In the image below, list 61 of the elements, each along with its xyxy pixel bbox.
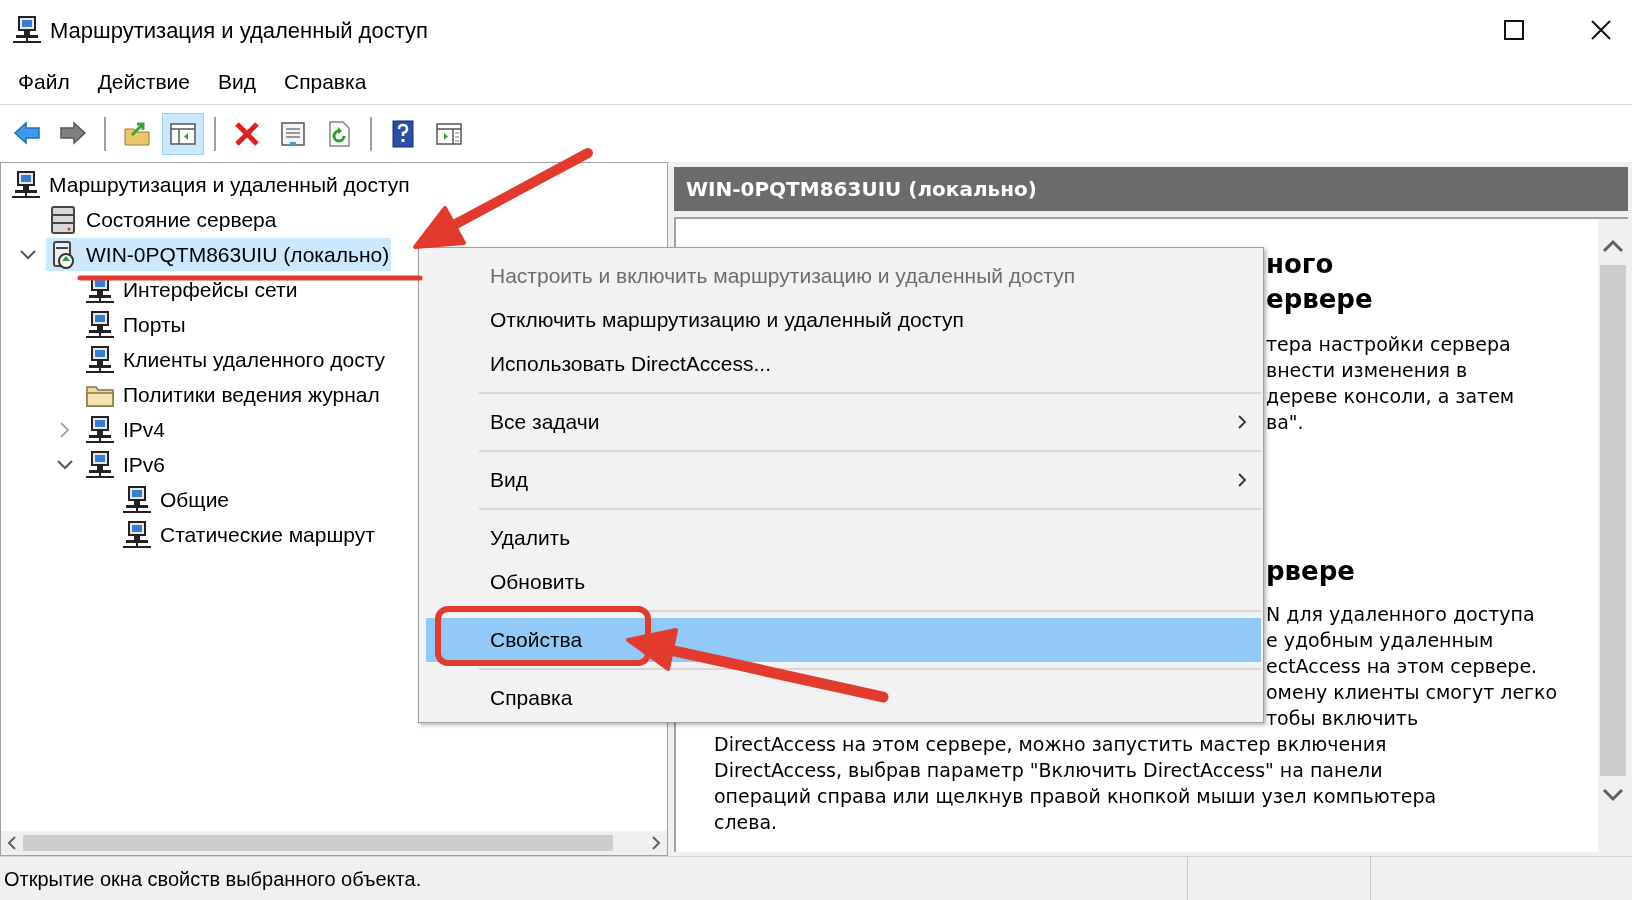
paragraph-text: тобы включить xyxy=(1266,706,1420,731)
vertical-scrollbar[interactable] xyxy=(1598,219,1628,852)
menu-item[interactable]: Отключить маршрутизацию и удаленный доступ xyxy=(426,298,1261,342)
app-icon xyxy=(12,15,42,45)
scroll-down-icon[interactable] xyxy=(1602,788,1624,802)
tree-item[interactable]: IPv4 xyxy=(83,413,168,446)
menu-item[interactable]: Удалить xyxy=(426,516,1261,560)
paragraph-text: е удобным удаленным xyxy=(1266,628,1495,653)
tree-item[interactable]: Маршрутизация и удаленный доступ xyxy=(9,168,412,201)
menu-item[interactable]: Вид xyxy=(209,62,264,102)
tree-item[interactable]: IPv6 xyxy=(83,448,168,481)
menu-item[interactable]: Вид xyxy=(426,458,1261,502)
network-computer-icon xyxy=(85,449,115,480)
menu-item[interactable]: Действие xyxy=(89,62,198,102)
toolbar-button[interactable] xyxy=(162,112,204,155)
network-computer-icon xyxy=(85,344,115,375)
scroll-thumb[interactable] xyxy=(1600,265,1626,776)
network-computer-icon xyxy=(85,309,115,340)
menu-item[interactable]: Все задачи xyxy=(426,400,1261,444)
network-computer-icon xyxy=(122,519,152,550)
server-icon xyxy=(48,204,78,235)
tree-item[interactable]: Статические маршрут xyxy=(120,518,377,551)
tree-item[interactable]: Клиенты удаленного досту xyxy=(83,343,388,376)
window-title: Маршрутизация и удаленный доступ xyxy=(50,16,428,45)
paragraph-text: внести изменения в xyxy=(1266,358,1469,383)
scroll-up-icon[interactable] xyxy=(1602,239,1624,253)
horizontal-scrollbar[interactable] xyxy=(1,831,667,855)
status-text: Открытие окна свойств выбранного объекта. xyxy=(3,866,423,892)
menu-item[interactable]: Использовать DirectAccess... xyxy=(426,342,1261,386)
heading-text: рвере xyxy=(1266,555,1356,588)
paragraph-text: ectAccess на этом сервере. xyxy=(1266,654,1539,679)
menu-item[interactable]: Свойства xyxy=(426,618,1261,662)
maximize-icon[interactable] xyxy=(1504,20,1524,40)
menu-item[interactable]: Справка xyxy=(426,676,1261,720)
tree-item[interactable]: Состояние сервера xyxy=(46,203,279,236)
collapse-chevron-icon[interactable] xyxy=(55,458,74,471)
menu-item[interactable]: Обновить xyxy=(426,560,1261,604)
scroll-thumb[interactable] xyxy=(23,835,613,851)
details-header: WIN-0PQTM863UIU (локально) xyxy=(674,167,1628,211)
network-computer-icon xyxy=(85,414,115,445)
tree-item[interactable]: Политики ведения журнал xyxy=(83,378,382,411)
tree-item[interactable]: Порты xyxy=(83,308,188,341)
network-computer-icon xyxy=(122,484,152,515)
paragraph-text: DirectAccess на этом сервере, можно запустить мастер включения DirectAccess, выбрав параметр "Включить DirectAccess" на панели операций справа или щелкнув правой кнопкой мыши узел компьютера слева. xyxy=(714,732,1437,835)
paragraph-text: N для удаленного доступа xyxy=(1266,602,1536,627)
tree-item[interactable]: Общие xyxy=(120,483,232,516)
paragraph-text: ва". xyxy=(1266,410,1305,435)
tree-item[interactable]: WIN-0PQTM863UIU (локально) xyxy=(46,238,392,271)
paragraph-text: тера настройки сервера xyxy=(1266,332,1512,357)
heading-text: ервере xyxy=(1266,283,1374,316)
paragraph-text: омену клиенты смогут легко xyxy=(1266,680,1559,705)
menu-item[interactable]: Справка xyxy=(275,62,375,102)
collapse-chevron-icon[interactable] xyxy=(18,248,37,261)
scroll-left-icon[interactable] xyxy=(5,835,19,851)
menu-item[interactable]: Файл xyxy=(10,62,78,102)
tree-item[interactable]: Интерфейсы сети xyxy=(83,273,300,306)
paragraph-text: дереве консоли, а затем xyxy=(1266,384,1516,409)
network-computer-icon xyxy=(11,169,41,200)
heading-text: ного xyxy=(1266,248,1335,281)
close-icon[interactable] xyxy=(1590,19,1612,41)
scroll-right-icon[interactable] xyxy=(649,835,663,851)
